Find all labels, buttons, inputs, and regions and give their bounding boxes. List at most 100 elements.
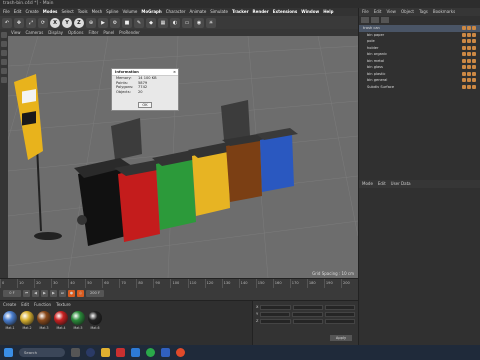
tag-icon[interactable] — [472, 39, 476, 43]
object-menu-view[interactable]: View — [386, 8, 396, 16]
model-mode-icon[interactable] — [1, 32, 7, 38]
menu-item-file[interactable]: File — [3, 8, 10, 16]
tag-icon[interactable] — [467, 78, 471, 82]
object-row[interactable]: Subdiv Surface — [359, 84, 480, 91]
cube-icon[interactable]: ■ — [122, 17, 132, 28]
material-menu-function[interactable]: Function — [34, 301, 51, 308]
coordinate-system-icon[interactable]: ⊕ — [86, 17, 96, 28]
object-menu-tags[interactable]: Tags — [419, 8, 428, 16]
viewport-menu-filter[interactable]: Filter — [88, 29, 98, 36]
tag-icon[interactable] — [462, 52, 466, 56]
play-icon[interactable]: ▶ — [41, 289, 48, 297]
prev-frame-icon[interactable]: ◀ — [32, 289, 39, 297]
move-tool-icon[interactable]: ✥ — [14, 17, 24, 28]
axis-y-button[interactable]: Y — [62, 17, 72, 28]
tag-icon[interactable] — [462, 84, 466, 89]
tag-icon[interactable] — [462, 71, 466, 76]
ok-button[interactable]: OK — [138, 102, 152, 108]
chrome-icon[interactable] — [176, 348, 185, 357]
menu-item-select[interactable]: Select — [61, 8, 73, 16]
menu-item-mesh[interactable]: Mesh — [92, 8, 103, 16]
camera-icon[interactable]: ◉ — [194, 17, 204, 28]
tag-icon[interactable] — [467, 45, 471, 50]
attr-menu-edit[interactable]: Edit — [378, 180, 386, 188]
light-icon[interactable]: ☀ — [206, 17, 216, 28]
menu-item-volume[interactable]: Volume — [122, 8, 137, 16]
tag-icon[interactable] — [472, 52, 476, 56]
tag-icon[interactable] — [462, 78, 466, 82]
close-icon[interactable]: × — [173, 69, 176, 75]
timeline-ruler[interactable]: 0 10 20 30 40 50 60 70 80 90 100 110 120 130 140 150 160… — [0, 279, 358, 288]
menu-item-spline[interactable]: Spline — [106, 8, 118, 16]
tag-icon[interactable] — [462, 58, 466, 63]
floor-icon[interactable]: ▭ — [182, 17, 192, 28]
takes-tab-icon[interactable] — [371, 17, 379, 23]
tag-icon[interactable] — [472, 71, 476, 76]
tag-icon[interactable] — [467, 58, 471, 63]
material-menu-texture[interactable]: Texture — [56, 301, 71, 308]
tag-icon[interactable] — [467, 26, 471, 30]
coord-field[interactable] — [292, 319, 323, 324]
menu-item-extensions[interactable]: Extensions — [273, 8, 298, 16]
menu-item-edit[interactable]: Edit — [14, 8, 22, 16]
objects-tab-icon[interactable] — [361, 17, 369, 23]
object-menu-bookmarks[interactable]: Bookmarks — [433, 8, 455, 16]
material-swatch[interactable]: Mat.6 — [88, 311, 102, 330]
viewport-menu-display[interactable]: Display — [48, 29, 63, 36]
layers-tab-icon[interactable] — [381, 17, 389, 23]
edge-mode-icon[interactable] — [1, 59, 7, 65]
render-settings-icon[interactable]: ⚙ — [110, 17, 120, 28]
tag-icon[interactable] — [467, 52, 471, 56]
tag-icon[interactable] — [462, 65, 466, 69]
menu-item-window[interactable]: Window — [301, 8, 319, 16]
tag-icon[interactable] — [467, 39, 471, 43]
tag-icon[interactable] — [467, 84, 471, 89]
tag-icon[interactable] — [472, 84, 476, 89]
coord-field[interactable] — [260, 305, 291, 310]
object-menu-object[interactable]: Object — [401, 8, 414, 16]
viewport-menu-options[interactable]: Options — [68, 29, 83, 36]
coord-field[interactable] — [324, 312, 355, 317]
rotate-tool-icon[interactable]: ⟳ — [38, 17, 48, 28]
axis-x-button[interactable]: X — [50, 17, 60, 28]
frame-field[interactable]: 0 F — [3, 289, 21, 297]
render-view-icon[interactable]: ▶ — [98, 17, 108, 28]
tag-icon[interactable] — [472, 26, 476, 30]
menu-item-tracker[interactable]: Tracker — [232, 8, 249, 16]
deformer-icon[interactable]: ◐ — [170, 17, 180, 28]
material-swatch[interactable]: Mat.3 — [37, 311, 51, 330]
viewport-menu-cameras[interactable]: Cameras — [26, 29, 44, 36]
next-frame-icon[interactable]: ▶ — [50, 289, 57, 297]
pen-icon[interactable]: ✎ — [134, 17, 144, 28]
start-icon[interactable] — [4, 348, 13, 357]
coord-field[interactable] — [260, 319, 291, 324]
point-mode-icon[interactable] — [1, 50, 7, 56]
menu-item-simulate[interactable]: Simulate — [210, 8, 228, 16]
task-view-icon[interactable] — [71, 348, 80, 357]
viewport-3d[interactable]: Grid Spacing : 10 cm — [8, 36, 358, 278]
texture-mode-icon[interactable] — [1, 41, 7, 47]
menu-item-tools[interactable]: Tools — [78, 8, 88, 16]
tag-icon[interactable] — [467, 65, 471, 69]
tag-icon[interactable] — [467, 32, 471, 37]
material-swatch[interactable]: Mat.1 — [3, 311, 17, 330]
menu-item-help[interactable]: Help — [323, 8, 333, 16]
material-menu-create[interactable]: Create — [3, 301, 16, 308]
tag-icon[interactable] — [462, 45, 466, 50]
skip-start-icon[interactable]: ⏮ — [23, 289, 30, 297]
whatsapp-icon[interactable] — [146, 348, 155, 357]
viewport-menu-view[interactable]: View — [11, 29, 21, 36]
menu-item-character[interactable]: Character — [166, 8, 186, 16]
undo-icon[interactable]: ↶ — [2, 17, 12, 28]
coord-field[interactable] — [260, 312, 291, 317]
viewport-menu-panel[interactable]: Panel — [103, 29, 114, 36]
array-icon[interactable]: ▦ — [158, 17, 168, 28]
menu-item-mograph[interactable]: MoGraph — [141, 8, 161, 16]
viewport-menu-prorender[interactable]: ProRender — [119, 29, 140, 36]
coord-field[interactable] — [292, 305, 323, 310]
axis-z-button[interactable]: Z — [74, 17, 84, 28]
auto-key-icon[interactable]: ◎ — [77, 289, 84, 297]
material-swatch[interactable]: Mat.2 — [20, 311, 34, 330]
coord-field[interactable] — [324, 305, 355, 310]
tag-icon[interactable] — [462, 26, 466, 30]
